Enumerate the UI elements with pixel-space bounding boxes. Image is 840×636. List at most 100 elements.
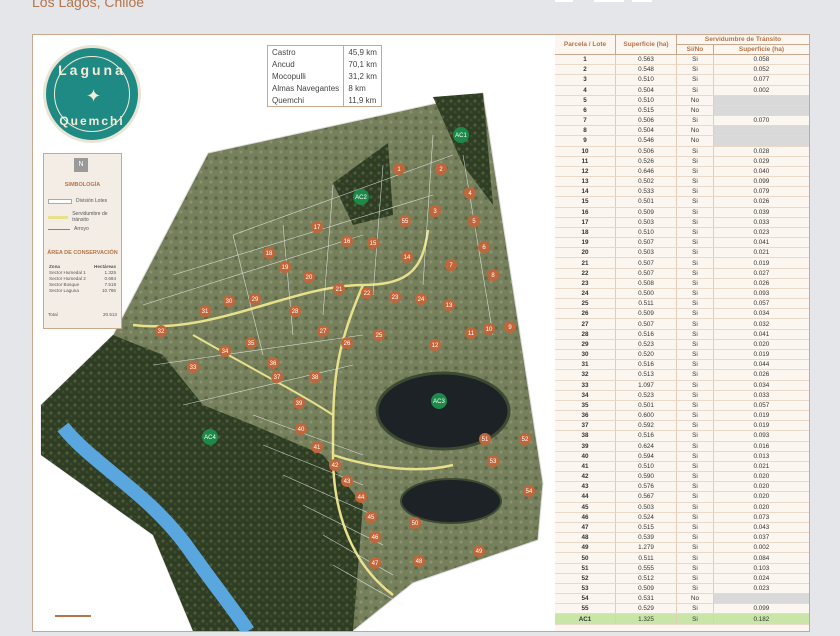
table-row[interactable]: 19 0.507 Si 0.041 [555, 237, 809, 249]
table-row[interactable]: 9 0.546 No [555, 135, 809, 147]
table-row[interactable]: 49 1.279 Si 0.002 [555, 542, 809, 554]
table-row[interactable]: 23 0.508 Si 0.026 [555, 278, 809, 289]
lot-area: 0.646 [615, 166, 677, 178]
table-row[interactable]: 15 0.501 Si 0.026 [555, 196, 809, 208]
servitude-flag: Si [676, 217, 714, 228]
lot-id: 24 [555, 288, 616, 300]
table-row[interactable]: 22 0.507 Si 0.027 [555, 268, 809, 279]
lot-number: 30 [226, 299, 233, 305]
table-row[interactable]: 45 0.503 Si 0.020 [555, 502, 809, 513]
divider [55, 615, 91, 617]
table-row[interactable]: 31 0.516 Si 0.044 [555, 359, 809, 371]
servitude-area: 0.028 [712, 146, 809, 157]
table-row[interactable]: 26 0.509 Si 0.034 [555, 308, 809, 320]
lots-table: Parcela / Lote Superficie (ha) Servidumb… [555, 35, 809, 631]
lot-number: 18 [266, 251, 273, 257]
table-row[interactable]: 54 0.531 No [555, 593, 809, 605]
table-row[interactable]: 20 0.503 Si 0.021 [555, 247, 809, 259]
table-row[interactable]: 53 0.509 Si 0.023 [555, 583, 809, 595]
lot-number: 41 [314, 445, 321, 451]
table-row[interactable]: 16 0.509 Si 0.039 [555, 207, 809, 218]
table-row[interactable]: 8 0.504 No [555, 125, 809, 137]
distance-row: Almas Navegantes 8 km [268, 82, 381, 94]
table-row[interactable]: 6 0.515 No [555, 105, 809, 117]
table-row[interactable]: 25 0.511 Si 0.057 [555, 298, 809, 310]
table-row[interactable]: 46 0.524 Si 0.073 [555, 512, 809, 523]
table-row[interactable]: 44 0.567 Si 0.020 [555, 491, 809, 503]
distance-row: Ancud 70,1 km [268, 58, 381, 70]
table-row[interactable]: 38 0.516 Si 0.093 [555, 430, 809, 442]
lot-id: 29 [555, 339, 616, 350]
servitude-area: 0.019 [712, 410, 809, 422]
distance-place: Mocopulli [272, 71, 306, 81]
lot-area: 0.502 [615, 176, 677, 188]
table-row[interactable]: 33 1.097 Si 0.034 [555, 380, 809, 391]
table-row[interactable]: 4 0.504 Si 0.002 [555, 85, 809, 96]
table-row[interactable]: 10 0.506 Si 0.028 [555, 146, 809, 157]
table-row[interactable]: 52 0.512 Si 0.024 [555, 573, 809, 584]
servitude-flag: Si [676, 532, 714, 544]
servitude-flag: Si [676, 278, 714, 289]
table-row[interactable]: 40 0.594 Si 0.013 [555, 451, 809, 462]
table-row[interactable]: 7 0.506 Si 0.070 [555, 115, 809, 127]
servitude-flag: Si [676, 156, 714, 167]
table-row[interactable]: 50 0.511 Si 0.084 [555, 552, 809, 564]
servitude-flag: Si [676, 237, 714, 249]
table-row[interactable]: 37 0.592 Si 0.019 [555, 420, 809, 432]
table-row[interactable]: 21 0.507 Si 0.019 [555, 257, 809, 269]
servitude-area: 0.103 [712, 563, 809, 574]
lot-area: 0.523 [615, 339, 677, 350]
servitude-area: 0.026 [712, 369, 809, 381]
table-row[interactable]: 13 0.502 Si 0.099 [555, 176, 809, 188]
servitude-area: 0.032 [712, 318, 809, 330]
lot-number: 23 [392, 295, 399, 301]
table-row[interactable]: 43 0.576 Si 0.020 [555, 481, 809, 493]
lot-area: 0.516 [615, 359, 677, 371]
table-row[interactable]: 39 0.624 Si 0.016 [555, 441, 809, 452]
lot-area: 0.503 [615, 247, 677, 259]
table-row[interactable]: 5 0.510 No [555, 95, 809, 106]
table-row[interactable]: 36 0.600 Si 0.019 [555, 410, 809, 422]
lot-id: 37 [555, 420, 616, 432]
servitude-flag: Si [676, 461, 714, 473]
lot-area: 0.515 [615, 105, 677, 117]
table-row[interactable]: 55 0.529 Si 0.099 [555, 603, 809, 615]
north-arrow-icon: N [74, 158, 88, 172]
table-row[interactable]: 48 0.539 Si 0.037 [555, 532, 809, 544]
tab-marker [594, 0, 624, 2]
table-row[interactable]: 18 0.510 Si 0.023 [555, 227, 809, 239]
table-row[interactable]: 27 0.507 Si 0.032 [555, 318, 809, 330]
lot-id: 16 [555, 207, 616, 218]
servitude-flag: Si [676, 74, 714, 86]
table-row[interactable]: 32 0.513 Si 0.026 [555, 369, 809, 381]
tab-marker [632, 0, 652, 2]
servitude-area: 0.019 [712, 257, 809, 269]
table-row[interactable]: 41 0.510 Si 0.021 [555, 461, 809, 473]
table-row[interactable]: 14 0.533 Si 0.079 [555, 186, 809, 198]
table-row[interactable]: 17 0.503 Si 0.033 [555, 217, 809, 228]
table-row[interactable]: 2 0.548 Si 0.052 [555, 64, 809, 76]
lot-number: 38 [312, 375, 319, 381]
table-row[interactable]: 3 0.510 Si 0.077 [555, 74, 809, 86]
table-row[interactable]: AC1 1.325 Si 0.182 [555, 613, 809, 625]
location-label: Los Lagos, Chiloe [32, 0, 145, 10]
lot-area: 0.504 [615, 85, 677, 96]
table-row[interactable]: 11 0.526 Si 0.029 [555, 156, 809, 167]
table-row[interactable]: 51 0.555 Si 0.103 [555, 563, 809, 574]
table-row[interactable]: 24 0.500 Si 0.093 [555, 288, 809, 300]
distance-value: 45,9 km [343, 46, 381, 58]
table-row[interactable]: 34 0.523 Si 0.033 [555, 390, 809, 401]
table-row[interactable]: 1 0.563 Si 0.058 [555, 54, 809, 66]
servitude-flag: Si [676, 491, 714, 503]
servitude-flag: Si [676, 298, 714, 310]
table-row[interactable]: 12 0.646 Si 0.040 [555, 166, 809, 178]
table-row[interactable]: 28 0.516 Si 0.041 [555, 329, 809, 340]
distance-row: Quemchi 11,9 km [268, 94, 381, 106]
lot-id: AC1 [555, 613, 616, 625]
table-row[interactable]: 29 0.523 Si 0.020 [555, 339, 809, 350]
table-row[interactable]: 30 0.520 Si 0.019 [555, 349, 809, 361]
map-area[interactable]: 1 2 3 4 5 6 7 8 9 10 11 12 13 14 15 16 17 18 19 20 21 22 23 24 2… [33, 35, 555, 635]
table-row[interactable]: 42 0.590 Si 0.020 [555, 471, 809, 483]
table-row[interactable]: 35 0.501 Si 0.057 [555, 400, 809, 412]
table-row[interactable]: 47 0.515 Si 0.043 [555, 522, 809, 534]
